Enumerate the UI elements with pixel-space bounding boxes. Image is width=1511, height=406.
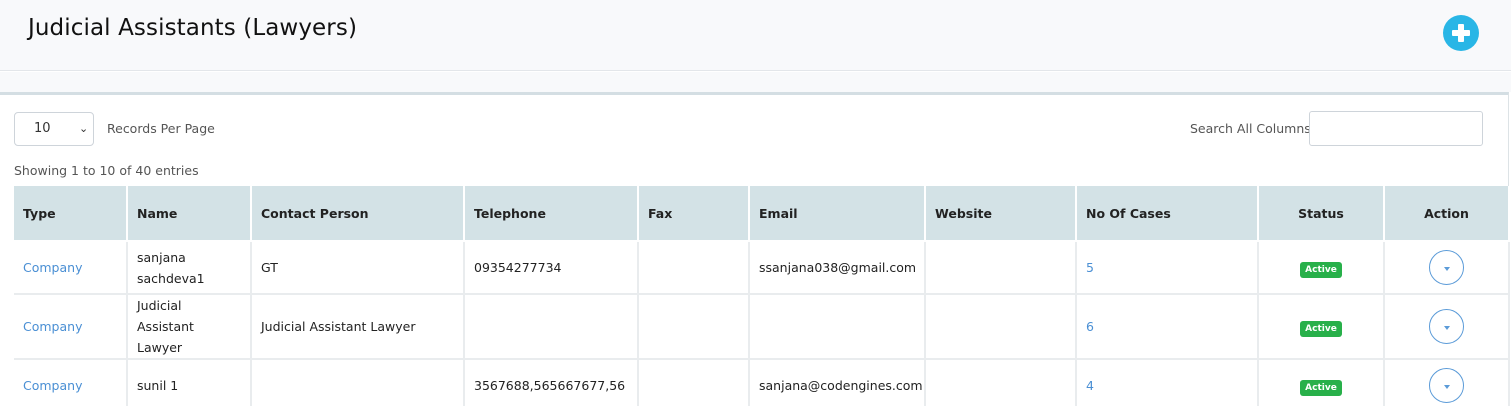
telephone-cell: 09354277734: [464, 241, 639, 295]
search-label: Search All Columns:: [1190, 121, 1315, 136]
table-row: Company sanjana sachdeva1 GT 09354277734…: [14, 241, 1510, 295]
status-badge: Active: [1300, 321, 1342, 337]
cases-link[interactable]: 4: [1076, 359, 1259, 406]
type-link[interactable]: Company: [14, 294, 128, 360]
status-badge: Active: [1300, 262, 1342, 278]
entries-info: Showing 1 to 10 of 40 entries: [14, 163, 199, 178]
fax-cell: [638, 294, 750, 360]
chevron-down-icon: ⌄: [79, 122, 89, 135]
column-header-website[interactable]: Website: [925, 186, 1077, 242]
column-header-status[interactable]: Status: [1258, 186, 1385, 242]
name-cell: sunil 1: [127, 359, 252, 406]
email-cell: sanjana@codengines.com: [749, 359, 926, 406]
caret-down-icon: [1444, 267, 1450, 271]
search-input[interactable]: [1309, 111, 1483, 146]
name-cell: sanjana sachdeva1: [127, 241, 252, 295]
row-action-button[interactable]: [1429, 250, 1464, 285]
column-header-no-of-cases[interactable]: No Of Cases: [1076, 186, 1259, 242]
table-header-row: Type Name Contact Person Telephone Fax E…: [14, 186, 1510, 242]
page-header: Judicial Assistants (Lawyers): [0, 0, 1511, 71]
column-header-email[interactable]: Email: [749, 186, 926, 242]
contact-person-cell: Judicial Assistant Lawyer: [251, 294, 465, 360]
row-action-button[interactable]: [1429, 309, 1464, 344]
page-title: Judicial Assistants (Lawyers): [28, 15, 358, 41]
type-link[interactable]: Company: [14, 359, 128, 406]
type-link[interactable]: Company: [14, 241, 128, 295]
records-per-page-label: Records Per Page: [107, 121, 215, 136]
name-cell: Judicial Assistant Lawyer: [127, 294, 252, 360]
column-header-name[interactable]: Name: [127, 186, 252, 242]
records-per-page-select[interactable]: 10 ⌄: [14, 112, 94, 146]
website-cell: [925, 241, 1077, 295]
column-header-telephone[interactable]: Telephone: [464, 186, 639, 242]
telephone-cell: 3567688,565667677,56: [464, 359, 639, 406]
table-row: Company Judicial Assistant Lawyer Judici…: [14, 294, 1510, 360]
column-header-fax[interactable]: Fax: [638, 186, 750, 242]
contact-person-cell: [251, 359, 465, 406]
caret-down-icon: [1444, 326, 1450, 330]
status-badge: Active: [1300, 379, 1342, 396]
caret-down-icon: [1444, 384, 1450, 389]
fax-cell: [638, 359, 750, 406]
column-header-contact-person[interactable]: Contact Person: [251, 186, 465, 242]
fax-cell: [638, 241, 750, 295]
column-header-type[interactable]: Type: [14, 186, 128, 242]
lawyers-card: 10 ⌄ Records Per Page Search All Columns…: [0, 92, 1510, 406]
email-cell: [749, 294, 926, 360]
cases-link[interactable]: 5: [1076, 241, 1259, 295]
website-cell: [925, 294, 1077, 360]
cases-link[interactable]: 6: [1076, 294, 1259, 360]
table-row: Company sunil 1 3567688,565667677,56 san…: [14, 359, 1510, 406]
add-lawyer-button[interactable]: [1443, 15, 1479, 51]
lawyers-table: Type Name Contact Person Telephone Fax E…: [14, 186, 1510, 406]
website-cell: [925, 359, 1077, 406]
contact-person-cell: GT: [251, 241, 465, 295]
row-action-button[interactable]: [1429, 367, 1464, 403]
telephone-cell: [464, 294, 639, 360]
email-cell: ssanjana038@gmail.com: [749, 241, 926, 295]
column-header-action: Action: [1384, 186, 1510, 242]
